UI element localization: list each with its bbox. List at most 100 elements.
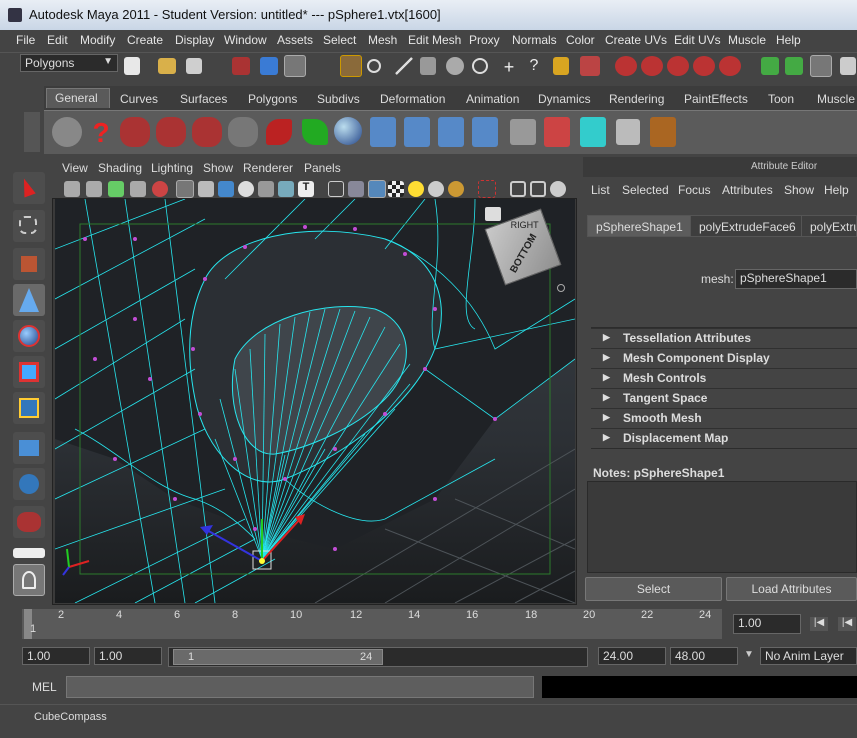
section-tessellation-attributes[interactable]: Tessellation Attributes xyxy=(591,328,857,348)
cube-wire-icon[interactable] xyxy=(328,181,344,197)
cube-shaded-icon[interactable] xyxy=(348,181,364,197)
shadows-icon[interactable] xyxy=(428,181,444,197)
menu-edit-uvs[interactable]: Edit UVs xyxy=(674,33,721,47)
camera-icon[interactable] xyxy=(120,117,150,147)
wireframe-icon[interactable] xyxy=(176,180,194,198)
shelf-tab-painteffects[interactable]: PaintEffects xyxy=(676,90,756,110)
cube-cyan-icon[interactable] xyxy=(580,117,606,147)
section-mesh-controls[interactable]: Mesh Controls xyxy=(591,368,857,388)
select-vertex-mask-icon[interactable] xyxy=(340,55,362,77)
attr-tab-polyextru[interactable]: polyExtru xyxy=(801,215,857,237)
range-bar[interactable]: 1 24 xyxy=(168,647,588,667)
shelf-tab-toon[interactable]: Toon xyxy=(760,90,802,110)
camera-aim-up-icon[interactable] xyxy=(192,117,222,147)
end-time-field[interactable]: 48.00 xyxy=(670,647,738,665)
attr-menu-list[interactable]: List xyxy=(591,183,610,197)
film-reel-icon[interactable] xyxy=(52,117,82,147)
select-object-icon[interactable] xyxy=(260,57,278,75)
section-tangent-space[interactable]: Tangent Space xyxy=(591,388,857,408)
ik-handle-icon[interactable] xyxy=(404,117,430,147)
shelf-tab-dynamics[interactable]: Dynamics xyxy=(530,90,599,110)
attr-menu-selected[interactable]: Selected xyxy=(622,183,669,197)
lights-icon[interactable] xyxy=(408,181,424,197)
attr-tab-polyextrudeface6[interactable]: polyExtrudeFace6 xyxy=(690,215,805,237)
xray-components-icon[interactable] xyxy=(530,181,546,197)
section-displacement-map[interactable]: Displacement Map xyxy=(591,428,857,448)
attr-tab-psphereshape1[interactable]: pSphereShape1 xyxy=(587,215,692,237)
mesh-name-field[interactable]: pSphereShape1 xyxy=(735,269,857,289)
menu-muscle[interactable]: Muscle xyxy=(728,33,766,47)
view-cube-menu-icon[interactable] xyxy=(557,284,565,292)
input-ops-icon[interactable] xyxy=(761,57,779,75)
panel-menu-shading[interactable]: Shading xyxy=(98,161,142,175)
open-scene-icon[interactable] xyxy=(158,58,176,74)
select-button[interactable]: Select xyxy=(585,577,722,601)
mel-input[interactable] xyxy=(66,676,534,698)
shelf-tab-curves[interactable]: Curves xyxy=(112,90,166,110)
share-icon[interactable] xyxy=(550,181,566,197)
shelf-tab-deformation[interactable]: Deformation xyxy=(372,90,453,110)
question-icon[interactable]: ? xyxy=(523,57,545,79)
range-handle[interactable]: 1 24 xyxy=(173,649,383,665)
bind-skin-icon[interactable] xyxy=(438,117,464,147)
cube-textured-icon[interactable] xyxy=(368,180,386,198)
menu-display[interactable]: Display xyxy=(175,33,214,47)
current-frame-field[interactable]: 1.00 xyxy=(733,614,801,634)
menu-file[interactable]: File xyxy=(16,33,35,47)
joint-tool-icon[interactable] xyxy=(370,117,396,147)
sphere-icon[interactable] xyxy=(334,117,362,145)
shelf-menu-icon[interactable] xyxy=(24,112,40,152)
redo-green-icon[interactable] xyxy=(302,119,328,145)
panel-menu-show[interactable]: Show xyxy=(203,161,233,175)
section-smooth-mesh[interactable]: Smooth Mesh xyxy=(591,408,857,428)
shelf-tab-muscle[interactable]: Muscle xyxy=(809,90,857,110)
shelf-tab-polygons[interactable]: Polygons xyxy=(240,90,305,110)
camera-attributes-icon[interactable] xyxy=(86,181,102,197)
playback-end-field[interactable]: 24.00 xyxy=(598,647,666,665)
mel-label[interactable]: MEL xyxy=(32,680,57,694)
render-view-icon[interactable] xyxy=(840,57,856,75)
load-attributes-button[interactable]: Load Attributes xyxy=(726,577,857,601)
plus-icon[interactable]: + xyxy=(498,57,520,79)
menu-create-uvs[interactable]: Create UVs xyxy=(605,33,667,47)
snap-view-plane-icon[interactable] xyxy=(693,56,715,76)
wireframe-on-shaded-icon[interactable] xyxy=(238,181,254,197)
make-live-icon[interactable] xyxy=(719,56,741,76)
universal-manip-icon[interactable] xyxy=(13,468,45,500)
select-point-icon[interactable] xyxy=(367,59,381,73)
shelf-tab-surfaces[interactable]: Surfaces xyxy=(172,90,235,110)
snap-point-icon[interactable] xyxy=(667,56,689,76)
attr-menu-help[interactable]: Help xyxy=(824,183,849,197)
menu-window[interactable]: Window xyxy=(224,33,267,47)
xray-icon[interactable] xyxy=(258,181,274,197)
menu-modify[interactable]: Modify xyxy=(80,33,115,47)
output-ops-icon[interactable] xyxy=(785,57,803,75)
start-time-field[interactable]: 1.00 xyxy=(22,647,90,665)
isolate-select-icon[interactable] xyxy=(478,180,496,198)
playback-start-field[interactable]: 1.00 xyxy=(94,647,162,665)
attr-menu-attributes[interactable]: Attributes xyxy=(722,183,773,197)
xray-joints-icon[interactable] xyxy=(510,181,526,197)
select-camera-icon[interactable] xyxy=(64,181,80,197)
menu-set-select[interactable]: Polygons ▼ xyxy=(20,54,118,72)
menu-help[interactable]: Help xyxy=(776,33,801,47)
attr-menu-focus[interactable]: Focus xyxy=(678,183,711,197)
camera-grey-icon[interactable] xyxy=(228,117,258,147)
bookmark-icon[interactable] xyxy=(108,181,124,197)
move-tool-icon[interactable] xyxy=(13,356,45,388)
new-scene-icon[interactable] xyxy=(124,57,140,75)
panel-menu-lighting[interactable]: Lighting xyxy=(151,161,193,175)
hypergraph-icon[interactable] xyxy=(510,119,536,145)
checker-icon[interactable] xyxy=(388,181,404,197)
select-edge-icon[interactable] xyxy=(395,57,413,75)
soft-mod-icon[interactable] xyxy=(13,432,45,464)
select-uv-icon[interactable] xyxy=(446,57,464,75)
select-hierarchy-icon[interactable] xyxy=(232,57,250,75)
cube-grey-icon[interactable] xyxy=(616,119,640,145)
menu-mesh[interactable]: Mesh xyxy=(368,33,397,47)
step-back-icon[interactable]: |◀ xyxy=(838,617,856,631)
two-d-pan-icon[interactable] xyxy=(152,181,168,197)
smooth-bind-icon[interactable] xyxy=(472,117,498,147)
highlight-selection-icon[interactable] xyxy=(580,56,600,76)
constraint-icon[interactable] xyxy=(544,117,570,147)
